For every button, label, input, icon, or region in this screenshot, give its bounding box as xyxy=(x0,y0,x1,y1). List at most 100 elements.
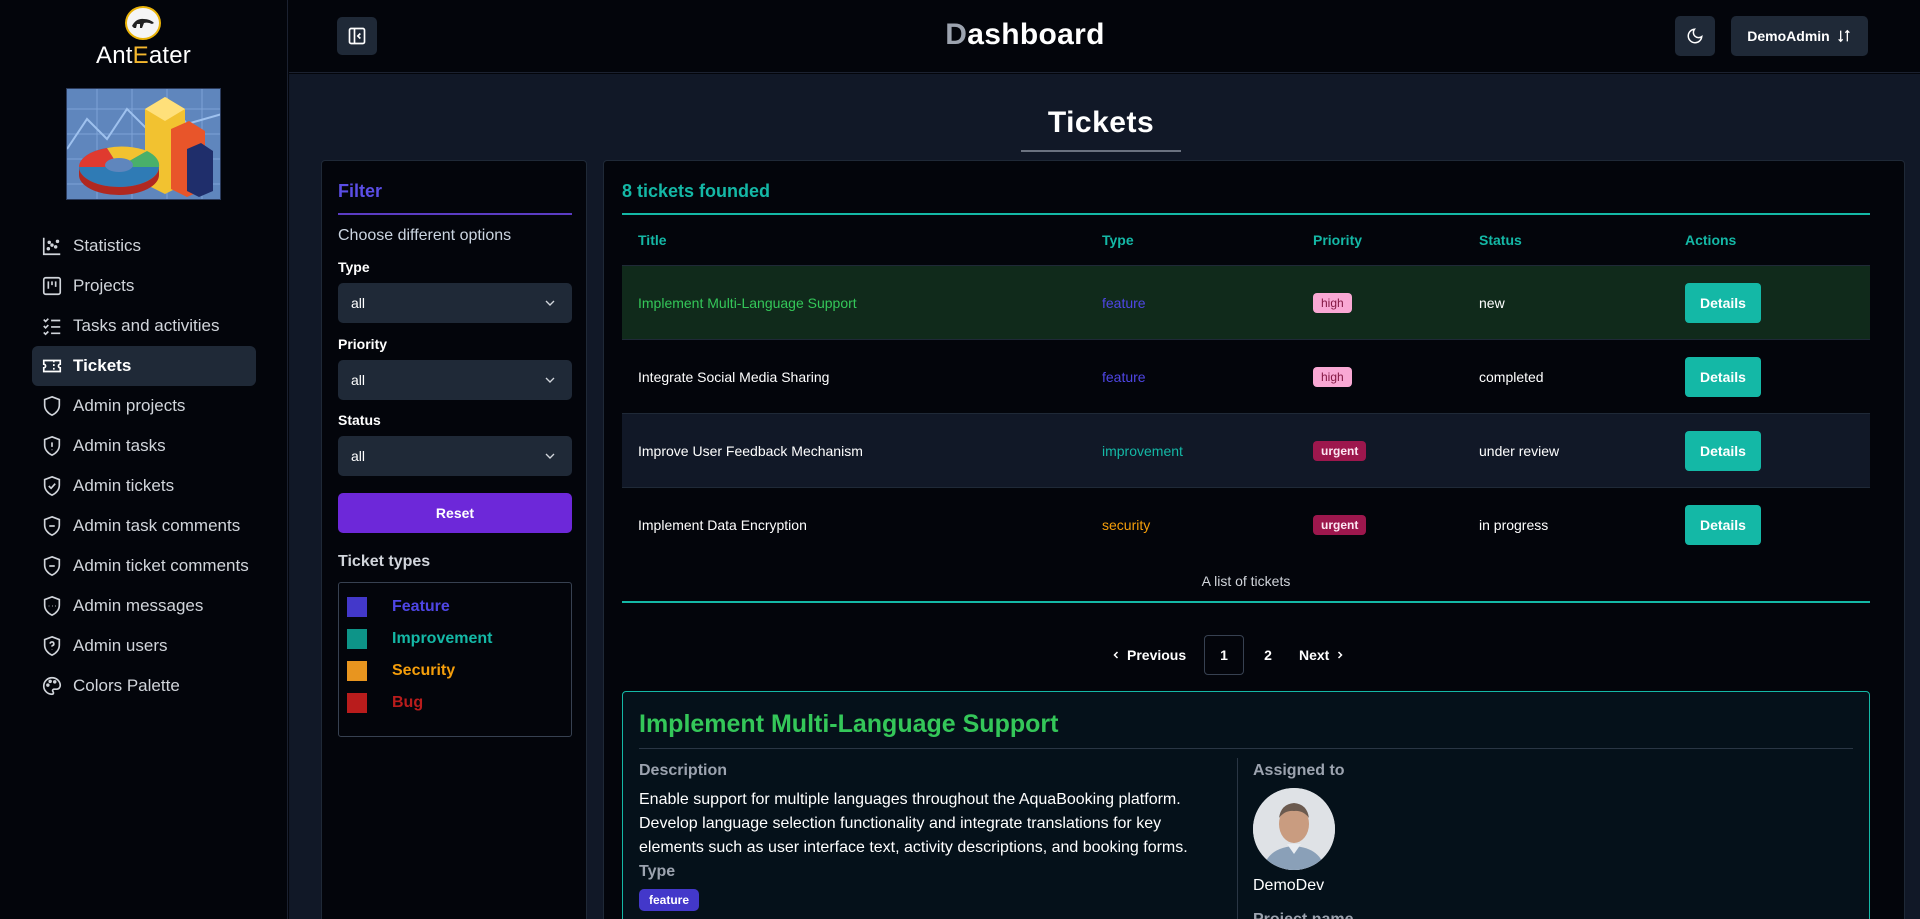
column-header-priority: Priority xyxy=(1313,232,1363,248)
ticket-actions: Details xyxy=(1685,266,1761,339)
top-bar: Dashboard DemoAdmin xyxy=(289,0,1920,73)
ticket-type: feature xyxy=(1102,368,1146,385)
avatar xyxy=(1253,788,1335,870)
sidebar-item-label: Admin tasks xyxy=(73,436,166,455)
ticket-priority: high xyxy=(1313,266,1352,339)
status-select[interactable]: all xyxy=(338,436,572,476)
ticket-title: Improve User Feedback Mechanism xyxy=(638,442,863,459)
sidebar-item-projects[interactable]: Projects xyxy=(32,266,256,306)
description-label: Description xyxy=(639,762,728,779)
palette-icon xyxy=(43,676,62,696)
table-row[interactable]: Implement Data Encryption security urgen… xyxy=(622,487,1870,561)
sidebar-item-label: Admin tickets xyxy=(73,476,175,495)
sidebar-item-admin-messages[interactable]: Admin messages xyxy=(32,586,256,626)
sidebar-item-label: Tasks and activities xyxy=(73,316,220,335)
table-caption: A list of tickets xyxy=(1201,573,1291,589)
legend-swatch xyxy=(347,629,367,649)
sidebar-item-label: Admin users xyxy=(73,636,168,655)
assigned-label: Assigned to xyxy=(1253,762,1345,779)
chevron-down-icon xyxy=(545,377,555,383)
legend-item-bug: Bug xyxy=(347,693,423,713)
table-row[interactable]: Implement Multi-Language Support feature… xyxy=(622,265,1870,339)
ticket-icon xyxy=(42,359,62,373)
sidebar-item-admin-projects[interactable]: Admin projects xyxy=(32,386,256,426)
title-underline xyxy=(1021,150,1181,152)
shield-check-icon xyxy=(43,475,61,497)
ticket-status: new xyxy=(1479,294,1505,311)
type-label: Type xyxy=(338,259,370,275)
legend-label: Bug xyxy=(392,694,424,711)
ticket-status: in progress xyxy=(1479,516,1549,533)
type-select[interactable]: all xyxy=(338,283,572,323)
table-row[interactable]: Improve User Feedback Mechanism improvem… xyxy=(622,413,1870,487)
checklist-icon xyxy=(43,318,61,336)
details-button[interactable]: Details xyxy=(1685,282,1761,323)
page-button-1[interactable]: 1 xyxy=(1204,635,1244,675)
sidebar: AntEater Statistics Projects Tasks and a… xyxy=(0,0,288,919)
sidebar-item-admin-task-comments[interactable]: Admin task comments xyxy=(32,506,256,546)
divider xyxy=(1237,758,1238,919)
assigned-user-name: DemoDev xyxy=(1253,877,1325,894)
sidebar-item-label: Admin ticket comments xyxy=(73,556,249,575)
ticket-type: security xyxy=(1102,516,1151,533)
shield-alert-icon xyxy=(43,435,61,457)
page-button-2[interactable]: 2 xyxy=(1248,635,1288,675)
ticket-status: under review xyxy=(1479,442,1560,459)
details-button[interactable]: Details xyxy=(1685,356,1761,397)
theme-toggle-button[interactable] xyxy=(1675,16,1715,56)
ticket-title: Implement Data Encryption xyxy=(638,516,807,533)
sidebar-item-tasks[interactable]: Tasks and activities xyxy=(32,306,256,346)
column-header-type: Type xyxy=(1102,232,1134,248)
kanban-icon xyxy=(42,276,62,296)
priority-badge: high xyxy=(1313,292,1352,313)
sidebar-item-tickets[interactable]: Tickets xyxy=(32,346,256,386)
legend-label: Feature xyxy=(392,598,450,615)
chart-scatter-icon xyxy=(42,237,61,256)
ticket-actions: Details xyxy=(1685,414,1761,487)
project-name-label: Project name xyxy=(1253,911,1353,919)
tickets-count: 8 tickets founded xyxy=(622,181,771,201)
sidebar-item-admin-users[interactable]: Admin users xyxy=(32,626,256,666)
type-badge: feature xyxy=(639,889,700,911)
sidebar-item-admin-tickets[interactable]: Admin tickets xyxy=(32,466,256,506)
details-button[interactable]: Details xyxy=(1685,504,1761,545)
ticket-detail-card: Implement Multi-Language Support Descrip… xyxy=(622,691,1870,919)
ticket-type: improvement xyxy=(1102,442,1183,459)
sidebar-item-colors-palette[interactable]: Colors Palette xyxy=(32,666,256,706)
shield-question-icon xyxy=(43,635,61,657)
sidebar-nav: Statistics Projects Tasks and activities… xyxy=(32,226,256,706)
pagination-next[interactable]: Next xyxy=(1299,635,1346,675)
chevron-down-icon xyxy=(545,453,555,459)
sort-arrows-icon xyxy=(1837,29,1850,43)
ticket-type: feature xyxy=(1102,294,1146,311)
filter-panel: Filter Choose different options Type all… xyxy=(321,160,587,919)
user-menu-button[interactable]: DemoAdmin xyxy=(1731,16,1868,56)
username: DemoAdmin xyxy=(1747,28,1830,44)
main-content: Tickets Filter Choose different options … xyxy=(289,74,1920,919)
next-label: Next xyxy=(1299,647,1330,663)
sidebar-item-admin-ticket-comments[interactable]: Admin ticket comments xyxy=(32,546,256,586)
table-header: Title Type Priority Status Actions xyxy=(622,215,1870,265)
divider xyxy=(639,748,1853,749)
sidebar-item-label: Admin messages xyxy=(73,596,204,615)
column-header-title: Title xyxy=(638,232,667,248)
divider xyxy=(622,601,1870,603)
legend-swatch xyxy=(347,693,367,713)
pagination-previous[interactable]: Previous xyxy=(1110,635,1186,675)
type-label: Type xyxy=(639,863,676,880)
table-row[interactable]: Integrate Social Media Sharing feature h… xyxy=(622,339,1870,413)
sidebar-item-admin-tasks[interactable]: Admin tasks xyxy=(32,426,256,466)
legend-swatch xyxy=(347,597,367,617)
details-button[interactable]: Details xyxy=(1685,430,1761,471)
app-logo[interactable]: AntEater xyxy=(96,6,191,70)
ticket-priority: urgent xyxy=(1313,488,1367,561)
status-select-value: all xyxy=(351,448,366,464)
legend-label: Improvement xyxy=(392,630,493,647)
reset-button[interactable]: Reset xyxy=(338,493,572,533)
chevron-right-icon xyxy=(1338,651,1343,659)
detail-title: Implement Multi-Language Support xyxy=(639,710,1059,738)
priority-select[interactable]: all xyxy=(338,360,572,400)
sidebar-item-label: Statistics xyxy=(73,236,142,255)
sidebar-item-label: Projects xyxy=(73,276,135,295)
sidebar-item-statistics[interactable]: Statistics xyxy=(32,226,256,266)
